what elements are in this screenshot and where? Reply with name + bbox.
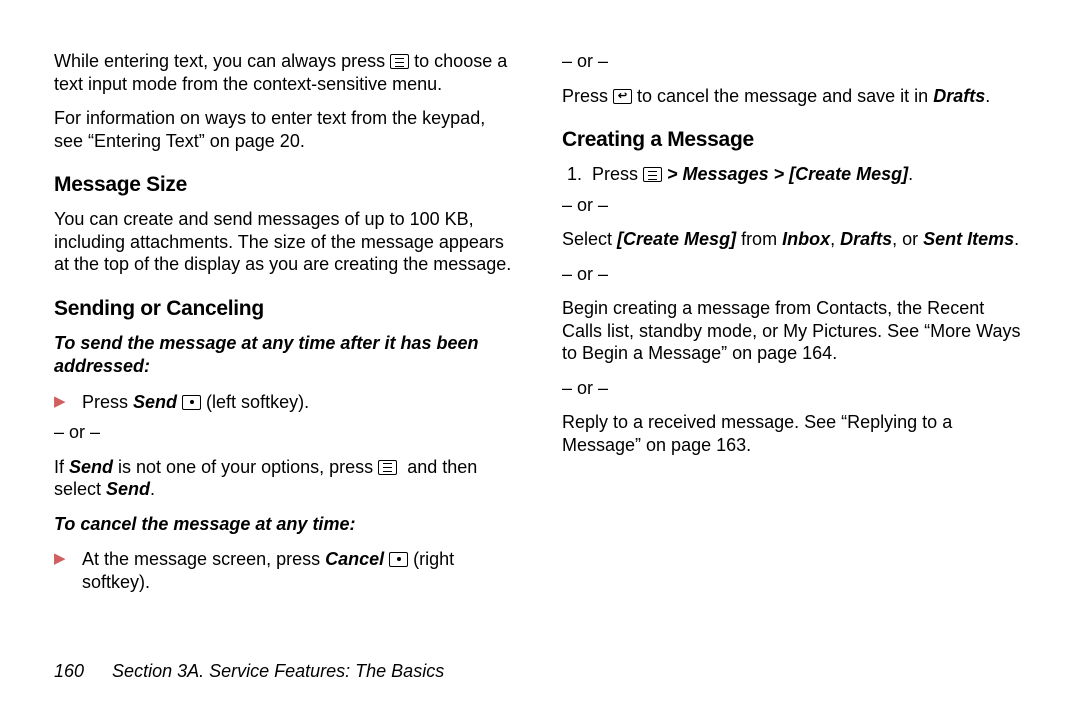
send2c: is not one of your options, press	[113, 457, 378, 477]
bullet-marker-icon: ▶	[54, 391, 72, 413]
send-d: (left softkey).	[201, 392, 309, 412]
page: While entering text, you can always pres…	[0, 0, 1080, 720]
heading-creating-message: Creating a Message	[562, 127, 1026, 153]
heading-message-size: Message Size	[54, 172, 518, 198]
menu-key-icon	[378, 460, 397, 475]
back-c: Drafts	[933, 86, 985, 106]
step1f: .	[908, 164, 913, 184]
back-a: Press	[562, 86, 613, 106]
alt1d: Inbox	[782, 229, 830, 249]
back-d: .	[985, 86, 990, 106]
subhead-cancel: To cancel the message at any time:	[54, 513, 518, 536]
bullet-cancel-body: At the message screen, press Cancel (rig…	[82, 548, 518, 593]
page-number: 160	[54, 661, 84, 682]
bullet-send: ▶ Press Send (left softkey).	[54, 391, 518, 414]
send-b: Send	[133, 392, 177, 412]
alt-3: Reply to a received message. See “Replyi…	[562, 411, 1026, 456]
send2e: Send	[106, 479, 150, 499]
alt1i: .	[1014, 229, 1019, 249]
alt1f: Drafts	[840, 229, 892, 249]
step1d: >	[769, 164, 790, 184]
intro-1: While entering text, you can always pres…	[54, 50, 518, 95]
send-alt: If Send is not one of your options, pres…	[54, 456, 518, 501]
back-cancel: Press to cancel the message and save it …	[562, 85, 1026, 108]
page-footer: 160 Section 3A. Service Features: The Bas…	[54, 661, 444, 682]
send-a: Press	[82, 392, 133, 412]
softkey-dot-icon	[182, 395, 201, 410]
send2a: If	[54, 457, 69, 477]
or-3: – or –	[562, 263, 1026, 286]
alt-2: Begin creating a message from Contacts, …	[562, 297, 1026, 365]
message-size-body: You can create and send messages of up t…	[54, 208, 518, 276]
or-top: – or –	[562, 50, 1026, 73]
menu-key-icon	[643, 167, 662, 182]
columns: While entering text, you can always pres…	[54, 50, 1026, 601]
alt-1: Select [Create Mesg] from Inbox, Drafts,…	[562, 228, 1026, 251]
right-column: – or – Press to cancel the message and s…	[562, 50, 1026, 601]
alt1e: ,	[830, 229, 840, 249]
alt1g: , or	[892, 229, 923, 249]
step-1-body: Press > Messages > [Create Mesg].	[592, 163, 1026, 186]
bullet-send-body: Press Send (left softkey).	[82, 391, 518, 414]
send2f: .	[150, 479, 155, 499]
alt1c: from	[736, 229, 782, 249]
bullet-cancel: ▶ At the message screen, press Cancel (r…	[54, 548, 518, 593]
step1b: >	[662, 164, 683, 184]
intro-1a: While entering text, you can always pres…	[54, 51, 390, 71]
cancel-b: Cancel	[325, 549, 384, 569]
heading-sending-canceling: Sending or Canceling	[54, 296, 518, 322]
softkey-dot-icon	[389, 552, 408, 567]
cancel-a: At the message screen, press	[82, 549, 325, 569]
subhead-send: To send the message at any time after it…	[54, 332, 518, 379]
step-number: 1.	[562, 163, 582, 185]
back-key-icon	[613, 89, 632, 104]
back-b: to cancel the message and save it in	[632, 86, 933, 106]
or-1: – or –	[54, 421, 518, 444]
menu-key-icon	[390, 54, 409, 69]
section-label: Section 3A. Service Features: The Basics	[112, 661, 444, 681]
alt1a: Select	[562, 229, 617, 249]
or-4: – or –	[562, 377, 1026, 400]
alt1h: Sent Items	[923, 229, 1014, 249]
intro-2: For information on ways to enter text fr…	[54, 107, 518, 152]
step1a: Press	[592, 164, 643, 184]
send2b: Send	[69, 457, 113, 477]
alt1b: [Create Mesg]	[617, 229, 736, 249]
step-1: 1. Press > Messages > [Create Mesg].	[562, 163, 1026, 186]
bullet-marker-icon: ▶	[54, 548, 72, 570]
or-2: – or –	[562, 194, 1026, 217]
step1c: Messages	[683, 164, 769, 184]
left-column: While entering text, you can always pres…	[54, 50, 518, 601]
step1e: [Create Mesg]	[789, 164, 908, 184]
